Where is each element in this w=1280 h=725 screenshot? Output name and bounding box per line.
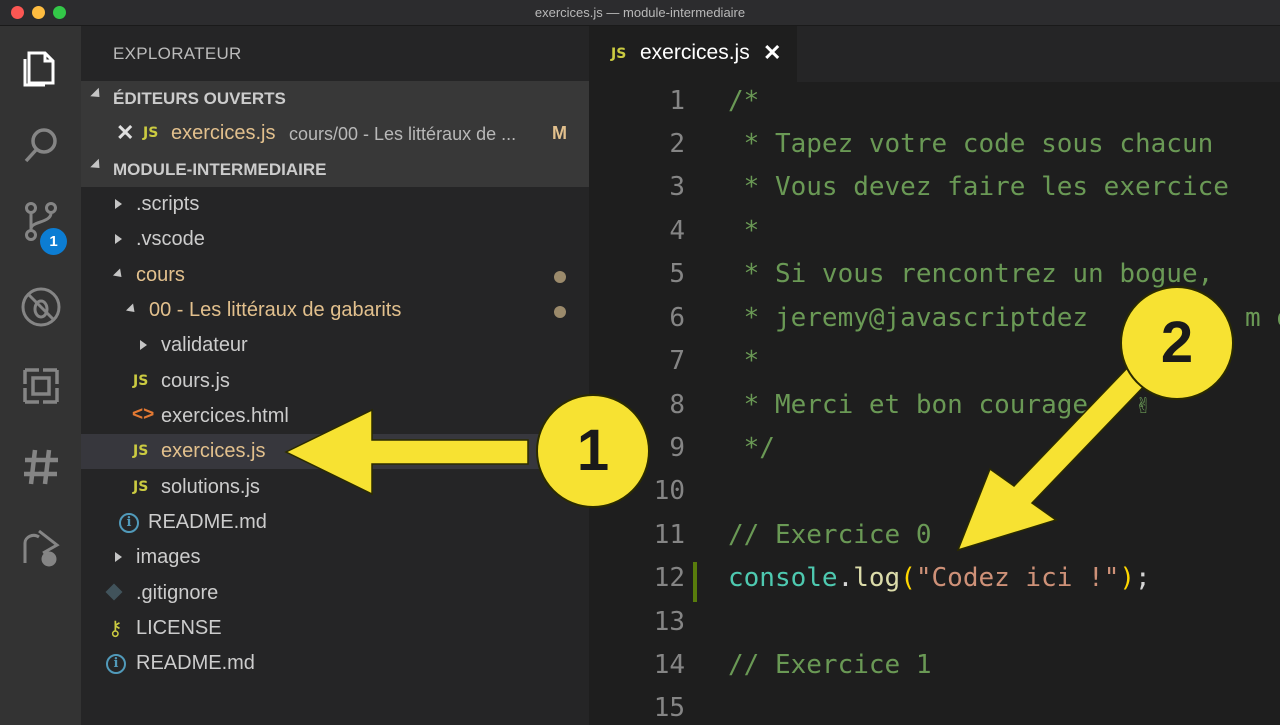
code-line: * Tapez votre code sous chacun — [728, 129, 1214, 159]
extensions-icon[interactable] — [16, 361, 66, 411]
line-number: 4 — [669, 216, 685, 246]
js-file-icon: JS — [611, 46, 627, 62]
chevron-right-icon — [115, 199, 122, 209]
open-editor-item[interactable]: ✕ JS exercices.js cours/00 - Les littéra… — [81, 116, 589, 152]
search-icon[interactable] — [16, 120, 66, 170]
editor-tabs: JS exercices.js ✕ — [589, 26, 1280, 82]
code-line: * jeremy@javascriptdez — [728, 303, 1089, 333]
line-number: 1 — [669, 86, 685, 116]
open-editors-header[interactable]: ÉDITEURS OUVERTS — [81, 81, 589, 116]
activity-bar: 1 — [0, 26, 81, 725]
chevron-down-icon — [125, 303, 139, 316]
info-file-icon: i — [106, 654, 126, 674]
code-line: * Merci et bon courage ! ✌ — [728, 390, 1151, 420]
open-editor-filename: exercices.js — [171, 122, 276, 144]
code-line: // Exercice 1 — [728, 650, 932, 680]
code-line-fragment: m o — [1245, 303, 1280, 333]
modified-dot — [554, 271, 566, 283]
code-line: * Si vous rencontrez un bogue, — [728, 259, 1214, 289]
open-editor-path: cours/00 - Les littéraux de ... — [289, 124, 517, 144]
tree-file-readme-cours[interactable]: i README.md — [81, 505, 589, 540]
git-change-marker — [693, 562, 697, 602]
tree-folder-scripts[interactable]: .scripts — [81, 187, 589, 222]
hashtag-icon[interactable] — [16, 442, 66, 492]
chevron-down-icon — [90, 87, 104, 102]
project-header[interactable]: MODULE-INTERMEDIAIRE — [81, 152, 589, 187]
license-key-icon: ⚷ — [108, 618, 123, 640]
callout-2: 2 — [1120, 286, 1234, 400]
modified-dot — [554, 306, 566, 318]
chevron-right-icon — [115, 552, 122, 562]
js-file-icon: JS — [133, 373, 149, 389]
live-share-icon[interactable] — [16, 522, 66, 572]
tree-file-gitignore[interactable]: .gitignore — [81, 576, 589, 611]
callout-1: 1 — [536, 394, 650, 508]
scm-badge: 1 — [40, 228, 67, 255]
code-line: /* — [728, 86, 760, 116]
tree-file-readme-root[interactable]: i README.md — [81, 646, 589, 681]
line-number: 6 — [669, 303, 685, 333]
tree-folder-cours[interactable]: cours — [81, 258, 589, 293]
git-file-icon — [105, 583, 123, 601]
line-number: 13 — [653, 607, 685, 637]
chevron-down-icon — [112, 268, 126, 281]
tab-label: exercices.js — [640, 41, 750, 64]
code-line: * — [728, 216, 760, 246]
tree-folder-validateur[interactable]: validateur — [81, 328, 589, 363]
code-line: * Vous devez faire les exercice — [728, 172, 1229, 202]
line-number: 7 — [669, 346, 685, 376]
js-file-icon: JS — [133, 479, 149, 495]
title-bar: exercices.js — module-intermediaire — [0, 0, 1280, 26]
debug-icon[interactable] — [16, 282, 66, 332]
tree-file-cours-js[interactable]: JS cours.js — [81, 364, 589, 399]
line-number: 5 — [669, 259, 685, 289]
line-number: 15 — [653, 693, 685, 723]
js-file-icon: JS — [143, 125, 159, 141]
tree-file-license[interactable]: ⚷ LICENSE — [81, 611, 589, 646]
tree-file-exercices-js[interactable]: JS exercices.js — [81, 434, 589, 469]
code-line-console-log: console.log("Codez ici !"); — [728, 563, 1151, 593]
line-number: 2 — [669, 129, 685, 159]
line-number: 3 — [669, 172, 685, 202]
line-number: 12 — [653, 563, 685, 593]
tree-file-exercices-html[interactable]: <> exercices.html — [81, 399, 589, 434]
explorer-sidebar: EXPLORATEUR ÉDITEURS OUVERTS ✕ JS exerci… — [81, 26, 589, 725]
code-line: // Exercice 0 — [728, 520, 932, 550]
chevron-right-icon — [140, 340, 147, 350]
modified-badge: M — [552, 123, 567, 143]
tab-close-icon[interactable]: ✕ — [763, 40, 781, 66]
html-file-icon: <> — [132, 404, 155, 425]
line-number: 14 — [653, 650, 685, 680]
tree-file-solutions-js[interactable]: JS solutions.js — [81, 470, 589, 505]
code-line: * — [728, 346, 760, 376]
code-editor[interactable]: 1 2 3 4 5 6 7 8 9 10 11 12 13 14 15 /* *… — [589, 82, 1280, 725]
chevron-right-icon — [115, 234, 122, 244]
explorer-title: EXPLORATEUR — [113, 44, 242, 63]
code-line: */ — [728, 433, 775, 463]
js-file-icon: JS — [133, 443, 149, 459]
chevron-down-icon — [90, 158, 104, 173]
tree-folder-litteraux[interactable]: 00 - Les littéraux de gabarits — [81, 293, 589, 328]
explorer-icon[interactable] — [16, 42, 66, 92]
line-number: 11 — [653, 520, 685, 550]
close-icon[interactable]: ✕ — [116, 120, 134, 146]
info-file-icon: i — [119, 513, 139, 533]
window-title: exercices.js — module-intermediaire — [534, 5, 746, 20]
tree-folder-vscode[interactable]: .vscode — [81, 222, 589, 257]
tab-exercices-js[interactable]: JS exercices.js ✕ — [589, 26, 797, 82]
tree-folder-images[interactable]: images — [81, 540, 589, 575]
